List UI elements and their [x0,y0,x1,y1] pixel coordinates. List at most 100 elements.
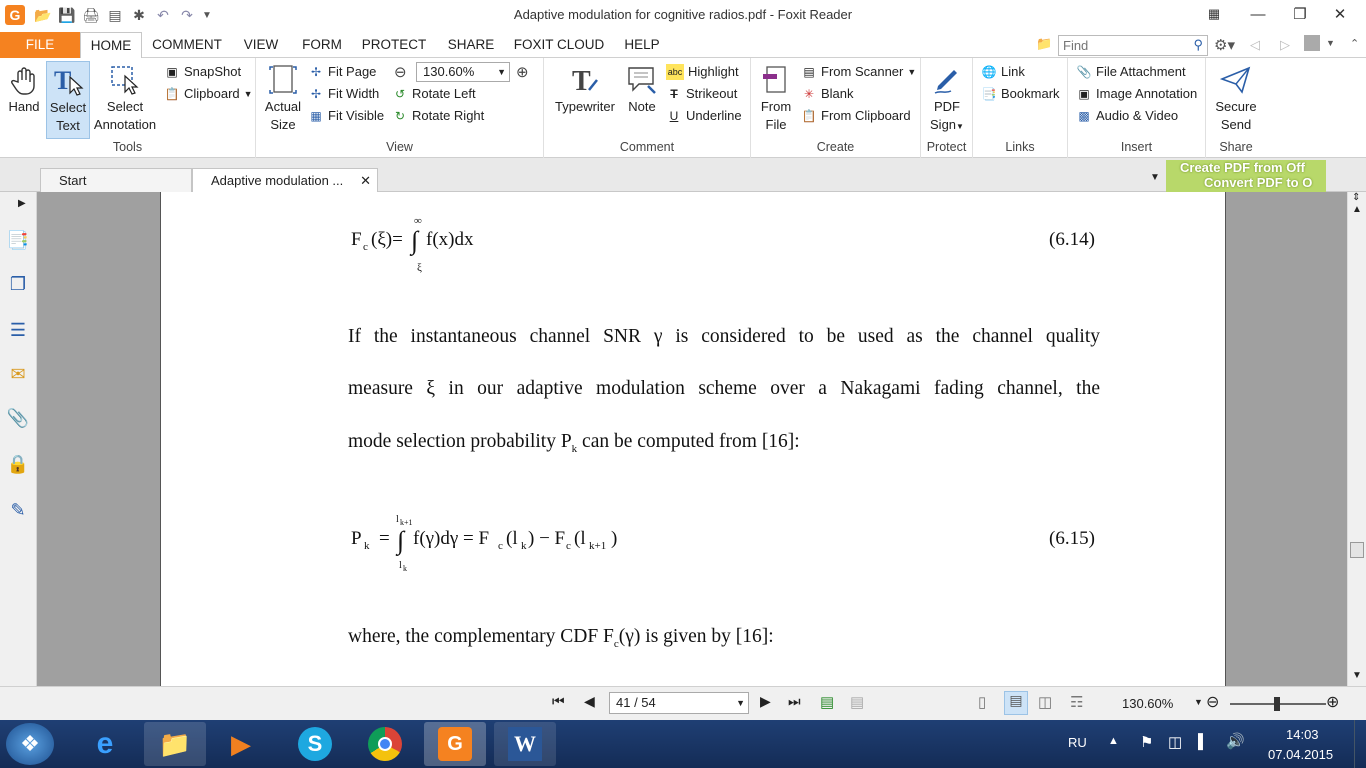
pdf-sign-button[interactable]: PDF Sign▼ [925,64,969,136]
tab-view[interactable]: VIEW [234,32,288,58]
close-button[interactable]: ✕ [1320,2,1360,26]
last-page-icon[interactable]: ⏭ [788,693,801,710]
page-number-field[interactable]: 41 / 54 ▼ [609,692,749,714]
fit-visible-button[interactable]: ▦ Fit Visible [308,106,384,126]
user-dropdown-icon[interactable]: ▼ [1326,38,1335,48]
highlight-button[interactable]: abc Highlight [666,62,739,82]
search-input[interactable] [1059,36,1181,55]
zoom-out-status-icon[interactable]: ⊖ [1206,692,1219,712]
previous-page-icon[interactable]: ◀ [584,693,595,710]
ad-banner[interactable]: Create PDF from Off Convert PDF to O [1166,160,1326,192]
fit-page-button[interactable]: ✢ Fit Page [308,62,376,82]
underline-button[interactable]: U Underline [666,106,742,126]
ribbon-mode-icon[interactable]: ▦ [1196,2,1232,26]
typewriter-button[interactable]: T Typewriter [550,64,620,116]
gear-icon[interactable]: ⚙▾ [1214,36,1235,54]
scroll-thumb[interactable] [1350,542,1364,558]
forward-icon[interactable]: ▷ [1280,37,1290,53]
zoom-in-icon[interactable]: ⊕ [516,63,529,81]
audio-video-button[interactable]: ▩ Audio & Video [1076,106,1178,126]
image-annotation-button[interactable]: ▣ Image Annotation [1076,84,1197,104]
attachments-panel-icon[interactable]: 📎 [6,406,30,430]
vertical-scrollbar[interactable]: ⇕ ▲ ▼ [1347,192,1366,686]
rotate-left-button[interactable]: ↺ Rotate Left [392,84,476,104]
select-text-button[interactable]: T Select Text [46,61,90,139]
find-options-icon[interactable]: 📁 [1036,36,1054,54]
signatures-panel-icon[interactable]: ✎ [6,498,30,522]
zoom-in-status-icon[interactable]: ⊕ [1326,692,1339,712]
scroll-up-icon[interactable]: ▲ [1352,204,1362,215]
usb-device-icon[interactable]: ◫ [1168,733,1182,751]
word-taskbar-icon[interactable]: W [494,722,556,766]
file-attachment-button[interactable]: 📎 File Attachment [1076,62,1186,82]
actual-size-button[interactable]: Actual Size [262,64,304,134]
search-icon[interactable]: ⚲ [1193,37,1203,53]
show-hidden-icons-icon[interactable]: ▲ [1108,735,1119,747]
next-view-icon[interactable]: ▤ [850,693,864,711]
action-center-icon[interactable]: ⚑ [1140,733,1153,751]
show-desktop-button[interactable] [1354,720,1366,768]
tab-form[interactable]: FORM [296,32,348,58]
tab-foxit-cloud[interactable]: FOXIT CLOUD [508,32,610,58]
strikeout-button[interactable]: T Strikeout [666,84,737,104]
split-view-icon[interactable]: ⇕ [1352,192,1360,203]
tab-file[interactable]: FILE [0,32,80,58]
tab-help[interactable]: HELP [618,32,666,58]
tab-start[interactable]: Start [40,168,192,192]
ie-taskbar-icon[interactable]: e [74,722,136,766]
continuous-facing-icon[interactable]: ☶ [1070,693,1083,711]
snapshot-button[interactable]: ▣ SnapShot [164,62,241,82]
tab-document[interactable]: Adaptive modulation ... ✕ [192,168,378,192]
first-page-icon[interactable]: ⏮ [552,693,565,710]
tab-share[interactable]: SHARE [440,32,502,58]
maximize-button[interactable]: ❐ [1280,2,1320,26]
previous-view-icon[interactable]: ▤ [820,693,834,711]
chrome-taskbar-icon[interactable] [354,722,416,766]
rotate-right-button[interactable]: ↻ Rotate Right [392,106,484,126]
fit-width-button[interactable]: ✢ Fit Width [308,84,379,104]
tab-list-dropdown-icon[interactable]: ▼ [1150,172,1160,183]
network-icon[interactable]: ▌ [1198,733,1208,749]
hand-button[interactable]: Hand [4,64,44,116]
secure-send-button[interactable]: Secure Send [1210,64,1262,134]
skype-taskbar-icon[interactable]: S [284,722,346,766]
next-page-icon[interactable]: ▶ [760,693,771,710]
pdf-page[interactable]: F c (ξ)= ∫ ∞ ξ f(x)dx (6.14) If the inst… [160,192,1226,686]
from-clipboard-button[interactable]: 📋 From Clipboard [801,106,911,126]
comments-panel-icon[interactable]: ✉ [6,362,30,386]
security-panel-icon[interactable]: 🔒 [6,452,30,476]
start-button[interactable]: ❖ [6,723,54,765]
minimize-button[interactable]: — [1238,2,1278,26]
zoom-slider[interactable] [1230,697,1326,711]
clock-time[interactable]: 14:03 [1286,727,1319,742]
close-tab-icon[interactable]: ✕ [360,169,371,193]
tab-protect[interactable]: PROTECT [356,32,432,58]
find-field[interactable]: ⚲ [1058,35,1208,56]
zoom-level-text[interactable]: 130.60% [1122,696,1173,711]
explorer-taskbar-icon[interactable]: 📁 [144,722,206,766]
foxit-taskbar-icon[interactable]: G [424,722,486,766]
pages-panel-icon[interactable]: ❐ [6,272,30,296]
select-annotation-button[interactable]: Select Annotation [92,64,158,134]
zoom-select[interactable]: 130.60% ▼ [416,62,510,82]
user-icon[interactable] [1304,35,1320,51]
volume-icon[interactable]: 🔊 [1226,732,1245,750]
blank-button[interactable]: ✳ Blank [801,84,854,104]
facing-page-icon[interactable]: ◫ [1038,693,1052,711]
bookmark-button[interactable]: 📑 Bookmark [981,84,1060,104]
note-button[interactable]: Note [622,64,662,116]
clock-date[interactable]: 07.04.2015 [1268,747,1333,762]
from-scanner-button[interactable]: ▤ From Scanner ▼ [801,62,916,82]
back-icon[interactable]: ◁ [1250,37,1260,53]
zoom-slider-thumb[interactable] [1274,697,1280,711]
from-file-button[interactable]: From File [755,64,797,134]
tab-home[interactable]: HOME [80,32,142,59]
bookmarks-panel-icon[interactable]: 📑 [6,228,30,252]
layers-panel-icon[interactable]: ☰ [6,318,30,342]
language-indicator[interactable]: RU [1068,735,1087,750]
collapse-ribbon-icon[interactable]: ⌃ [1350,37,1359,50]
single-page-icon[interactable]: ▯ [978,693,986,711]
link-button[interactable]: 🌐 Link [981,62,1025,82]
media-player-taskbar-icon[interactable]: ▶ [210,722,272,766]
expand-pane-icon[interactable]: ▶ [18,198,26,209]
